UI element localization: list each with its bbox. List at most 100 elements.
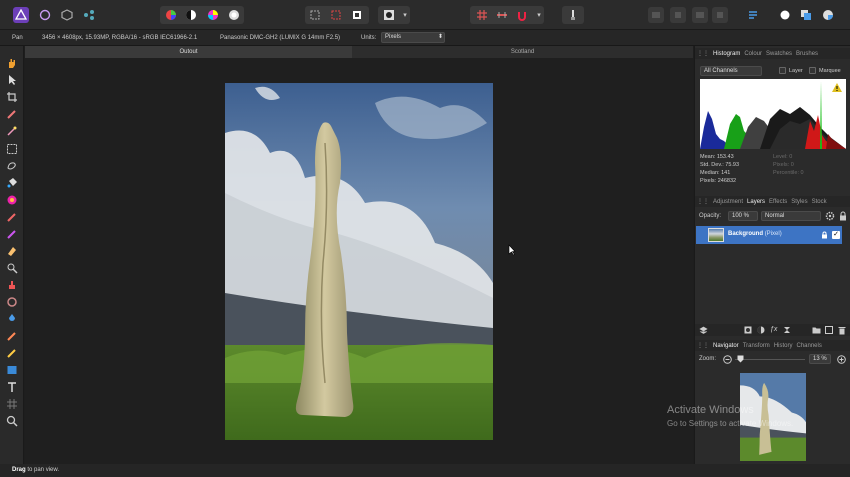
panel-grip-icon[interactable]: ⋮⋮ — [697, 50, 709, 57]
lock-icon[interactable] — [821, 231, 828, 241]
current-tool-label: Pan — [12, 34, 23, 41]
align-right-icon[interactable] — [692, 7, 708, 23]
mask-layer-icon[interactable] — [744, 326, 752, 336]
folder-icon[interactable] — [812, 326, 821, 336]
tab-brushes[interactable]: Brushes — [796, 51, 818, 57]
tab-stock[interactable]: Stock — [812, 199, 827, 205]
blend-mode-select[interactable]: Normal — [761, 211, 821, 221]
chevron-down-icon[interactable]: ▾ — [531, 7, 547, 23]
arrange-icon[interactable] — [745, 7, 761, 23]
gear-icon[interactable] — [825, 211, 835, 221]
photo-persona-icon[interactable] — [13, 7, 29, 23]
tab-adjustment[interactable]: Adjustment — [713, 199, 743, 205]
crop-tool-icon[interactable] — [4, 90, 20, 104]
layer-visibility-checkbox[interactable]: ✓ — [832, 231, 840, 239]
colour-picker-icon[interactable] — [820, 7, 836, 23]
layer-checkbox-label: Layer — [789, 68, 803, 74]
text-tool-icon[interactable] — [4, 380, 20, 394]
erase-brush-icon[interactable] — [4, 244, 20, 258]
tab-colour[interactable]: Colour — [744, 51, 762, 57]
selection-brush-icon[interactable] — [4, 107, 20, 121]
guides-icon[interactable] — [494, 7, 510, 23]
zoom-tool-icon[interactable] — [4, 414, 20, 428]
panel-grip-icon[interactable]: ⋮⋮ — [697, 198, 709, 205]
tab-histogram[interactable]: Histogram — [713, 51, 740, 57]
tab-styles[interactable]: Styles — [791, 199, 807, 205]
marquee-checkbox[interactable] — [809, 67, 816, 74]
copy-icon[interactable] — [798, 7, 814, 23]
tab-layers[interactable]: Layers — [747, 199, 765, 205]
status-hint-text: to pan view. — [25, 467, 60, 473]
layers-toolbar: ƒx — [695, 324, 850, 336]
trash-icon[interactable] — [838, 326, 846, 337]
tab-swatches[interactable]: Swatches — [766, 51, 792, 57]
grid-icon[interactable] — [474, 7, 490, 23]
move-tool-icon[interactable] — [4, 73, 20, 87]
tab-effects[interactable]: Effects — [769, 199, 787, 205]
gradient-tool-icon[interactable] — [4, 193, 20, 207]
flood-fill-icon[interactable] — [4, 176, 20, 190]
tab-transform[interactable]: Transform — [743, 343, 770, 349]
paint-brush-icon[interactable] — [4, 210, 20, 224]
lock-icon[interactable] — [838, 211, 848, 221]
tab-navigator[interactable]: Navigator — [713, 343, 739, 349]
live-filter-icon[interactable] — [783, 326, 791, 336]
zoom-slider[interactable] — [735, 359, 805, 360]
tab-scotland[interactable]: Scotland — [352, 46, 693, 58]
refine-selection-icon[interactable] — [349, 7, 365, 23]
rectangle-tool-icon[interactable] — [4, 363, 20, 377]
zoom-slider-handle[interactable] — [737, 355, 744, 365]
chevron-down-icon[interactable]: ▾ — [397, 7, 413, 23]
units-select[interactable]: Pixels ⬍ — [381, 32, 445, 43]
distribute-icon[interactable] — [712, 7, 728, 23]
develop-persona-icon[interactable] — [59, 7, 75, 23]
mesh-warp-icon[interactable] — [4, 397, 20, 411]
tab-channels[interactable]: Channels — [796, 343, 821, 349]
fx-icon[interactable]: ƒx — [770, 326, 777, 333]
assistant-icon[interactable] — [565, 7, 581, 23]
auto-levels-icon[interactable] — [163, 7, 179, 23]
align-left-icon[interactable] — [648, 7, 664, 23]
blemish-removal-icon[interactable] — [4, 295, 20, 309]
marquee-icon[interactable] — [307, 7, 323, 23]
zoom-out-icon[interactable] — [723, 355, 732, 366]
layer-row-background[interactable]: Background (Pixel) ✓ — [696, 226, 842, 244]
document-image[interactable] — [225, 83, 493, 440]
colour-replacement-icon[interactable] — [4, 227, 20, 241]
auto-contrast-icon[interactable] — [183, 7, 199, 23]
opacity-field[interactable]: 100 % — [728, 211, 758, 221]
channel-select[interactable]: All Channels — [700, 66, 762, 76]
snapping-icon[interactable] — [514, 7, 530, 23]
red-eye-icon[interactable] — [4, 312, 20, 326]
layers-stack-icon[interactable] — [699, 326, 708, 337]
freehand-select-icon[interactable] — [4, 159, 20, 173]
align-center-icon[interactable] — [670, 7, 686, 23]
liquify-persona-icon[interactable] — [37, 7, 53, 23]
pen-tool-icon[interactable] — [4, 329, 20, 343]
dodge-brush-icon[interactable] — [4, 261, 20, 275]
opacity-value: 100 % — [732, 213, 750, 219]
mask-mode-icon[interactable] — [381, 7, 397, 23]
pencil-tool-icon[interactable] — [4, 346, 20, 360]
zoom-in-icon[interactable] — [837, 355, 846, 366]
tab-history[interactable]: History — [774, 343, 793, 349]
adjustment-layer-icon[interactable] — [757, 326, 765, 336]
panel-grip-icon[interactable]: ⋮⋮ — [697, 342, 709, 349]
marquee-tool-icon[interactable] — [4, 142, 20, 156]
flood-select-icon[interactable] — [4, 124, 20, 138]
zoom-value: 13 % — [813, 356, 827, 362]
zoom-field[interactable]: 13 % — [809, 354, 831, 364]
auto-white-balance-icon[interactable] — [226, 7, 242, 23]
pan-tool-icon[interactable] — [4, 56, 20, 70]
clone-brush-icon[interactable] — [4, 278, 20, 292]
add-layer-icon[interactable] — [825, 326, 833, 336]
layer-checkbox[interactable] — [779, 67, 786, 74]
right-panels: ⋮⋮ Histogram Colour Swatches Brushes All… — [694, 46, 850, 464]
tab-outout[interactable]: Outout — [25, 46, 352, 58]
auto-colours-icon[interactable] — [205, 7, 221, 23]
quick-mask-icon[interactable] — [328, 7, 344, 23]
chat-icon[interactable] — [777, 7, 793, 23]
activation-watermark: Activate Windows Go to Settings to activ… — [667, 404, 793, 428]
opacity-label: Opacity: — [699, 213, 722, 219]
export-persona-icon[interactable] — [81, 7, 97, 23]
